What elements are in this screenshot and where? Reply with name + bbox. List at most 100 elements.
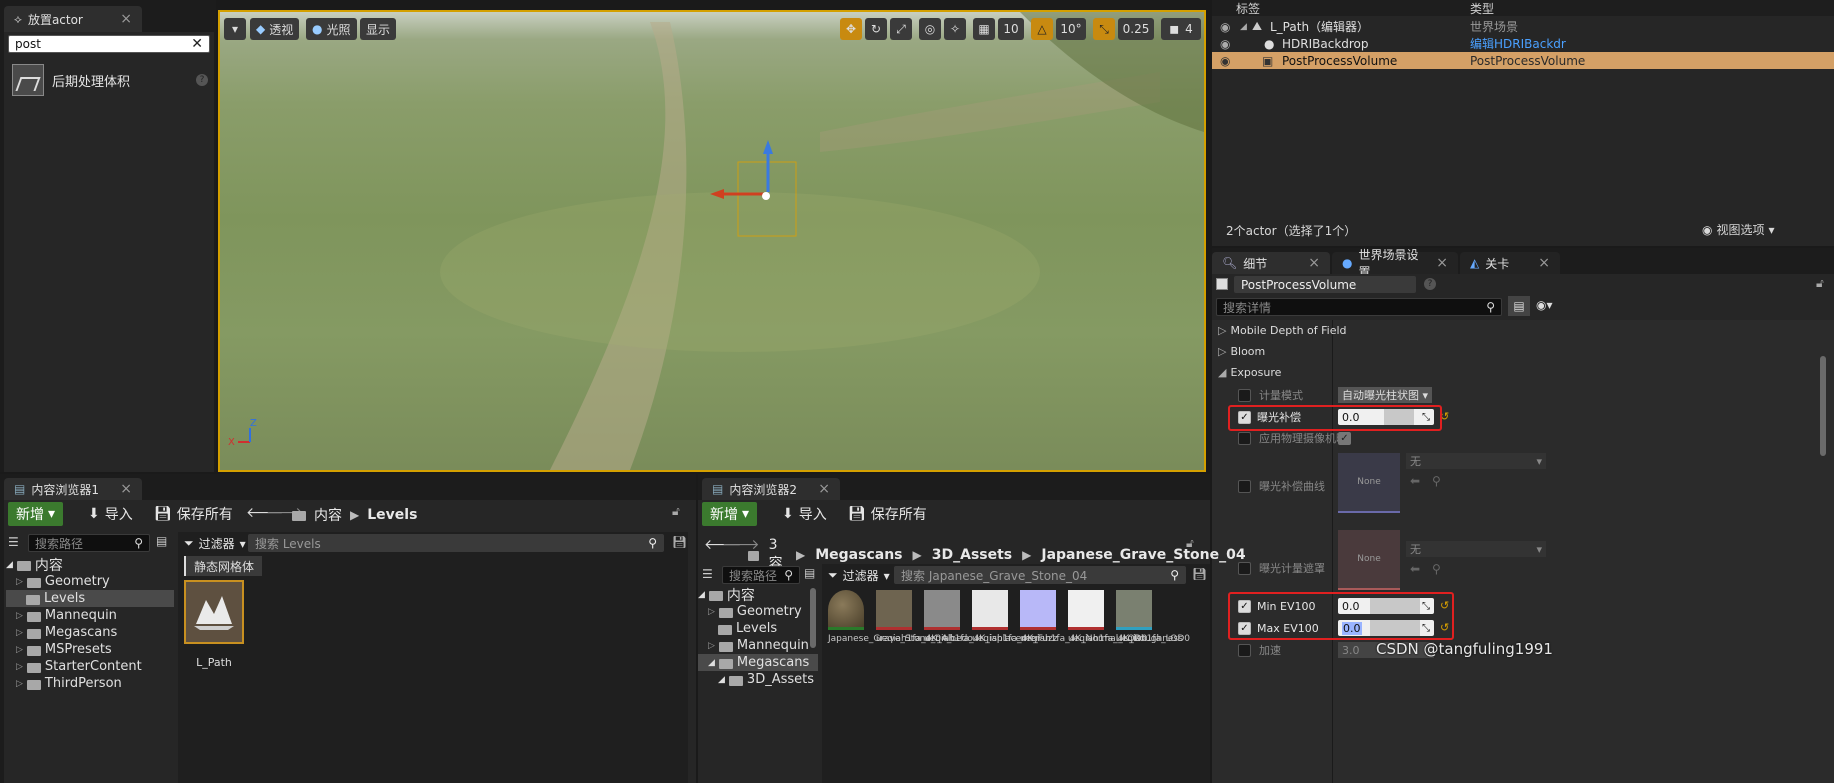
asset-tile[interactable]: ueqiah1fa_4K_isplacemer: [924, 590, 1039, 680]
comp-curve-dropdown[interactable]: 无 ▾: [1406, 453, 1546, 469]
search-assets-input[interactable]: 搜索 Levels ⚲: [248, 534, 664, 552]
search-assets-input[interactable]: 搜索 Japanese_Grave_Stone_04 ⚲: [894, 566, 1186, 584]
save-all-button[interactable]: 💾︎ 保存所有: [848, 504, 927, 524]
physical-camera-value-checkbox[interactable]: ✓: [1338, 432, 1351, 445]
eye-icon[interactable]: ◉: [1220, 54, 1230, 68]
physical-camera-checkbox[interactable]: [1238, 431, 1251, 445]
post-process-volume-item[interactable]: 后期处理体积 ?: [12, 64, 208, 96]
browse-icon[interactable]: ⚲: [1432, 562, 1441, 576]
close-icon[interactable]: ×: [120, 11, 132, 27]
rotation-snap-icon[interactable]: △: [1031, 18, 1053, 40]
level-viewport[interactable]: X Z ▾ ◆ 透视 ● 光照 显示 ✥ ↻ ⤢ ◎ ✧ ▦ 10 △ 10° …: [218, 10, 1206, 472]
world-local-icon[interactable]: ◎: [919, 18, 941, 40]
visibility-eye-icon[interactable]: ◉▾: [1536, 298, 1553, 312]
breadcrumb-item[interactable]: Megascans: [815, 547, 902, 563]
tab-world-settings[interactable]: ● 世界场景设置 ×: [1332, 248, 1458, 279]
import-button[interactable]: ⬇ 导入: [782, 504, 827, 524]
comp-curve-thumbnail[interactable]: None: [1338, 453, 1400, 513]
close-icon[interactable]: ×: [120, 481, 132, 497]
close-icon[interactable]: ×: [818, 481, 830, 497]
asset-tile[interactable]: ueqiah1fa_4K_Albedo: [876, 590, 973, 680]
object-name-field[interactable]: PostProcessVolume: [1234, 276, 1416, 293]
view-options-button[interactable]: ◉ 视图选项 ▾: [1702, 221, 1775, 238]
browse-icon[interactable]: ⚲: [1432, 474, 1441, 488]
breadcrumb-item[interactable]: 3D_Assets: [932, 547, 1012, 563]
collapse-arrow-icon[interactable]: ◢: [1240, 22, 1247, 32]
outliner-row-type-link[interactable]: 编辑HDRIBackdr: [1470, 35, 1566, 52]
asset-tile[interactable]: ueqiah1fa_4K_Fuzz: [972, 590, 1058, 680]
details-search-input[interactable]: 搜索详情 ⚲: [1216, 298, 1502, 316]
tree-item-3d-assets[interactable]: ◢ 3D_Assets: [698, 671, 818, 688]
breadcrumb-item[interactable]: Japanese_Grave_Stone_04: [1041, 547, 1245, 563]
filters-button[interactable]: ⏷ 过滤器 ▾: [184, 535, 246, 552]
lock-icon[interactable]: 🔓︎: [672, 504, 680, 519]
asset-tile[interactable]: Japanese_Grave_Stone_04_...: [828, 590, 960, 680]
tree-item-content[interactable]: ◢ 内容: [6, 556, 174, 574]
col-label-header[interactable]: 标签: [1236, 0, 1260, 17]
place-actor-tab[interactable]: ⟡ 放置actor ×: [4, 6, 142, 32]
breadcrumb-item[interactable]: Levels: [367, 507, 417, 523]
outliner-row[interactable]: ◉ ◢ ⛰ L_Path（编辑器） 世界场景: [1212, 18, 1834, 35]
eye-icon[interactable]: ◉: [1220, 37, 1230, 51]
translate-icon[interactable]: ✥: [840, 18, 862, 40]
tree-item-geometry[interactable]: ▷ Geometry: [698, 603, 818, 620]
tree-item-mannequin[interactable]: ▷ Mannequin: [698, 637, 818, 654]
perspective-button[interactable]: ◆ 透视: [250, 18, 300, 40]
tree-item-geometry[interactable]: ▷ Geometry: [6, 573, 174, 590]
tree-item-levels[interactable]: Levels: [698, 620, 818, 637]
col-type-header[interactable]: 类型: [1470, 0, 1494, 17]
tab-levels[interactable]: ◭ 关卡 ×: [1460, 252, 1560, 274]
outliner-row[interactable]: ◉ ● HDRIBackdrop 编辑HDRIBackdr: [1212, 35, 1834, 52]
tree-item-megascans[interactable]: ◢ Megascans: [698, 654, 818, 671]
section-exposure[interactable]: ◢ Exposure: [1212, 362, 1834, 382]
tree-item-megascans[interactable]: ▷ Megascans: [6, 624, 174, 641]
add-new-button[interactable]: 新增 ▾: [702, 502, 758, 526]
search-paths-input[interactable]: 搜索路径 ⚲: [722, 566, 800, 584]
sources-toggle-icon[interactable]: ☰: [8, 535, 19, 549]
filters-button[interactable]: ⏷ 过滤器 ▾: [828, 567, 890, 584]
eye-icon[interactable]: ◉: [1220, 20, 1230, 34]
tab-details[interactable]: 🔍︎ 细节 ×: [1212, 252, 1330, 274]
place-actor-search-input[interactable]: post ✕: [8, 35, 210, 53]
add-new-button[interactable]: 新增 ▾: [8, 502, 64, 526]
close-icon[interactable]: ×: [1308, 255, 1320, 271]
save-search-icon[interactable]: 💾︎: [672, 535, 687, 549]
lock-icon[interactable]: 🔓︎: [1186, 536, 1194, 551]
breadcrumb-item[interactable]: 内容: [314, 505, 342, 525]
path-options-icon[interactable]: ▤: [156, 534, 167, 548]
actor-enable-checkbox[interactable]: [1216, 278, 1228, 290]
grid-snap-icon[interactable]: ▦: [973, 18, 995, 40]
meter-mask-dropdown[interactable]: 无 ▾: [1406, 541, 1546, 557]
asset-tile[interactable]: ueqiah1fa_4K_Roughness: [1068, 590, 1183, 680]
save-search-icon[interactable]: 💾︎: [1192, 567, 1207, 581]
outliner-row-selected[interactable]: ◉ ▣ PostProcessVolume PostProcessVolume: [1212, 52, 1834, 69]
tree-item-levels[interactable]: Levels: [6, 590, 174, 607]
content-browser-2-tab[interactable]: ▤ 内容浏览器2 ×: [702, 478, 840, 500]
close-icon[interactable]: ×: [1436, 255, 1448, 271]
tree-item-thirdperson[interactable]: ▷ ThirdPerson: [6, 675, 174, 692]
tree-item-mspresets[interactable]: ▷ MSPresets: [6, 641, 174, 658]
lock-icon[interactable]: 🔓︎: [1816, 276, 1824, 291]
rotate-icon[interactable]: ↻: [865, 18, 887, 40]
speed-checkbox[interactable]: [1238, 643, 1251, 657]
property-matrix-icon[interactable]: ▤: [1508, 296, 1530, 316]
search-paths-input[interactable]: 搜索路径 ⚲: [28, 534, 150, 552]
meter-mask-thumbnail[interactable]: None: [1338, 530, 1400, 590]
close-icon[interactable]: ×: [1538, 255, 1550, 271]
comp-curve-checkbox[interactable]: [1238, 479, 1251, 493]
maximize-icon[interactable]: ▢: [1204, 18, 1206, 40]
help-icon[interactable]: ?: [1424, 278, 1436, 290]
static-mesh-filter-chip[interactable]: 静态网格体: [184, 556, 263, 576]
section-mobile-dof[interactable]: ▷ Mobile Depth of Field: [1212, 320, 1834, 340]
save-all-button[interactable]: 💾︎ 保存所有: [154, 504, 233, 524]
use-selected-icon[interactable]: ⬅: [1410, 562, 1420, 576]
asset-tile-l-path[interactable]: [184, 580, 244, 644]
tree-scrollbar[interactable]: [810, 588, 816, 648]
metering-mode-checkbox[interactable]: [1238, 388, 1251, 402]
path-options-icon[interactable]: ▤: [804, 566, 815, 580]
import-button[interactable]: ⬇ 导入: [88, 504, 133, 524]
tree-item-mannequin[interactable]: ▷ Mannequin: [6, 607, 174, 624]
viewport-menu-button[interactable]: ▾: [224, 18, 246, 40]
scale-snap-icon[interactable]: ⤡: [1093, 18, 1115, 40]
rotation-snap-value[interactable]: 10°: [1056, 18, 1086, 40]
